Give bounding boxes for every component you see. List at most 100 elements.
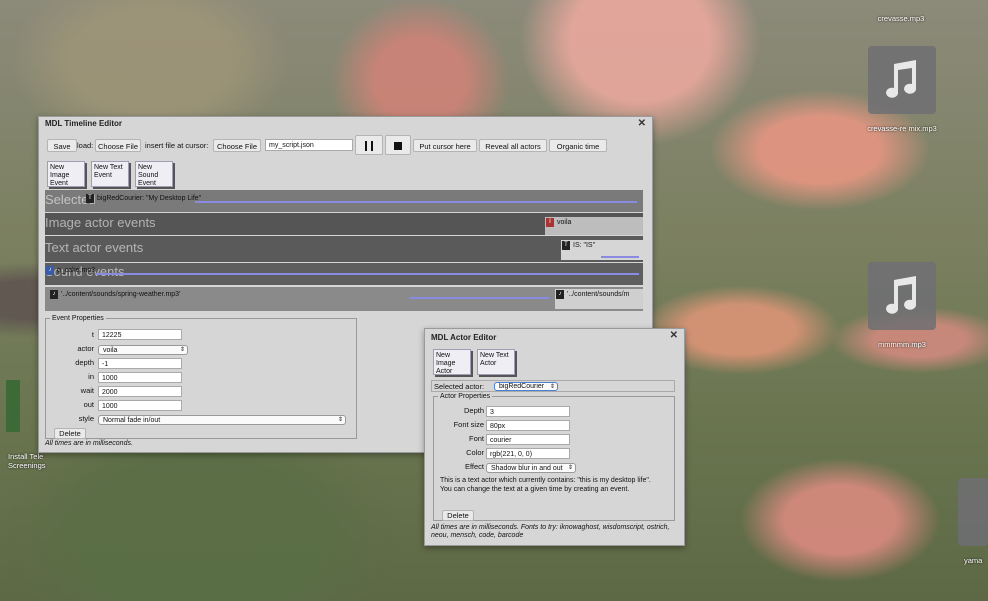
style-label: style (78, 414, 94, 423)
event-label: IS: "IS" (573, 242, 596, 249)
out-label: out (83, 400, 94, 409)
sound-event-icon: ♪ (50, 290, 58, 299)
event-properties-panel: Event Properties t 12225 actor voila ⇕ de… (45, 315, 357, 439)
actor-description: This is a text actor which currently con… (440, 476, 668, 494)
load-file-button[interactable]: Choose File (95, 139, 141, 152)
depth-field[interactable]: -1 (98, 358, 182, 369)
description-line: You can change the text at a given time … (440, 486, 630, 493)
organic-time-button[interactable]: Organic time (549, 139, 607, 152)
event-duration-bar (409, 297, 549, 299)
in-label: in (88, 372, 94, 381)
wait-label: wait (80, 386, 94, 395)
save-button[interactable]: Save (47, 139, 77, 152)
close-icon[interactable]: ✕ (638, 117, 646, 131)
delete-actor-button[interactable]: Delete (442, 510, 474, 521)
reveal-all-actors-button[interactable]: Reveal all actors (479, 139, 547, 152)
text-actor-track[interactable]: Text actor events T IS: "IS" (45, 236, 643, 262)
image-event[interactable]: I voila (545, 217, 643, 235)
selected-actor-label: Selected actor: (434, 382, 485, 391)
font-size-field[interactable]: 80px (486, 420, 570, 431)
font-label: Font (468, 434, 484, 443)
actor-editor-window: MDL Actor Editor ✕ New Image Actor New T… (424, 328, 685, 546)
image-event-icon: I (546, 218, 554, 227)
effect-label: Effect (464, 462, 484, 471)
close-icon[interactable]: ✕ (670, 329, 678, 343)
new-text-event-button[interactable]: New Text Event (91, 161, 129, 187)
stop-button[interactable] (385, 135, 411, 155)
select-value: Normal fade in/out (103, 417, 161, 424)
style-select[interactable]: Normal fade in/out ⇕ (98, 415, 346, 425)
new-text-actor-button[interactable]: New Text Actor (477, 349, 515, 375)
selected-track[interactable]: Selected T bigRedCourier: "My Desktop Li… (45, 190, 643, 212)
sound-event[interactable]: ♪ '../content/sounds/m (555, 289, 643, 309)
depth-label: Depth (463, 406, 484, 415)
desktop-file-label: crevasse-re mix.mp3 (867, 124, 937, 133)
load-label: load: (77, 141, 94, 150)
event-duration-bar (195, 201, 637, 203)
music-file-icon (868, 262, 936, 330)
window-title: MDL Actor Editor ✕ (425, 329, 684, 345)
font-size-label: Font size (453, 420, 484, 429)
put-cursor-button[interactable]: Put cursor here (413, 139, 477, 152)
out-field[interactable]: 1000 (98, 400, 182, 411)
chevron-updown-icon: ⇕ (337, 417, 343, 423)
image-actor-track[interactable]: Image actor events I voila (45, 213, 643, 235)
chevron-updown-icon: ⇕ (549, 384, 555, 390)
select-value: voila (103, 347, 118, 354)
sound-event-icon: ♪ (46, 266, 54, 275)
effect-select[interactable]: Shadow blur in and out ⇕ (486, 463, 576, 473)
text-event-icon: T (86, 194, 94, 203)
actor-footnote: All times are in milliseconds. Fonts to … (431, 524, 670, 539)
sound-event[interactable]: ♪ '../content/sounds/spring-weather.mp3' (49, 289, 549, 301)
sound-track-2[interactable]: ♪ '../content/sounds/spring-weather.mp3'… (45, 287, 643, 311)
t-field[interactable]: 12225 (98, 329, 182, 340)
depth-field[interactable]: 3 (486, 406, 570, 417)
font-field[interactable]: courier (486, 434, 570, 445)
actor-label: actor (77, 344, 94, 353)
desktop-file-label: yama (964, 556, 983, 565)
text-event-icon: T (562, 241, 570, 250)
file-icon (958, 478, 988, 546)
music-file-icon (868, 46, 936, 114)
selected-actor-select[interactable]: bigRedCourier ⇕ (494, 382, 558, 391)
track-label: Image actor events (45, 215, 156, 230)
pause-icon (365, 141, 373, 152)
in-field[interactable]: 1000 (98, 372, 182, 383)
event-label: bigRedCourier: "My Desktop Life" (97, 195, 202, 202)
new-sound-event-button[interactable]: New Sound Event (135, 161, 173, 187)
window-title: MDL Timeline Editor ✕ (39, 117, 652, 131)
description-line: This is a text actor which currently con… (440, 477, 651, 484)
sound-track-1[interactable]: Sound events ♪ g_cake.mp3 (45, 263, 643, 285)
new-image-actor-button[interactable]: New Image Actor (433, 349, 471, 375)
sound-event-icon: ♪ (556, 290, 564, 299)
event-duration-bar (601, 256, 639, 258)
pause-button[interactable] (355, 135, 383, 155)
selected-event[interactable]: T bigRedCourier: "My Desktop Life" (85, 193, 641, 205)
track-label: Text actor events (45, 240, 144, 255)
window-title-text: MDL Actor Editor (431, 333, 497, 342)
insert-file-button[interactable]: Choose File (213, 139, 261, 152)
t-label: t (91, 330, 94, 339)
sound-event[interactable]: ♪ g_cake.mp3 (45, 265, 643, 277)
new-image-event-button[interactable]: New Image Event (47, 161, 85, 187)
wait-field[interactable]: 2000 (98, 386, 182, 397)
app-icon (6, 380, 20, 432)
actor-properties-panel: Actor Properties Depth 3 Font size 80px … (433, 393, 675, 521)
delete-event-button[interactable]: Delete (54, 428, 86, 439)
select-value: bigRedCourier (499, 383, 545, 390)
event-label: '../content/sounds/spring-weather.mp3' (61, 291, 181, 298)
actor-select[interactable]: voila ⇕ (98, 345, 188, 355)
text-event[interactable]: T IS: "IS" (561, 240, 643, 260)
insert-label: insert file at cursor: (145, 141, 209, 150)
desktop-file-label: crevasse.mp3 (877, 14, 925, 23)
chevron-updown-icon: ⇕ (179, 347, 185, 353)
depth-label: depth (75, 358, 94, 367)
panel-legend: Actor Properties (440, 393, 491, 400)
panel-legend: Event Properties (52, 315, 104, 322)
event-label: voila (557, 219, 572, 226)
filename-field[interactable]: my_script.json (265, 139, 353, 151)
color-field[interactable]: rgb(221, 0, 0) (486, 448, 570, 459)
selected-actor-row: Selected actor: bigRedCourier ⇕ (431, 380, 675, 392)
select-value: Shadow blur in and out (491, 465, 563, 472)
desktop-file-label: mmmmm.mp3 (878, 340, 926, 349)
